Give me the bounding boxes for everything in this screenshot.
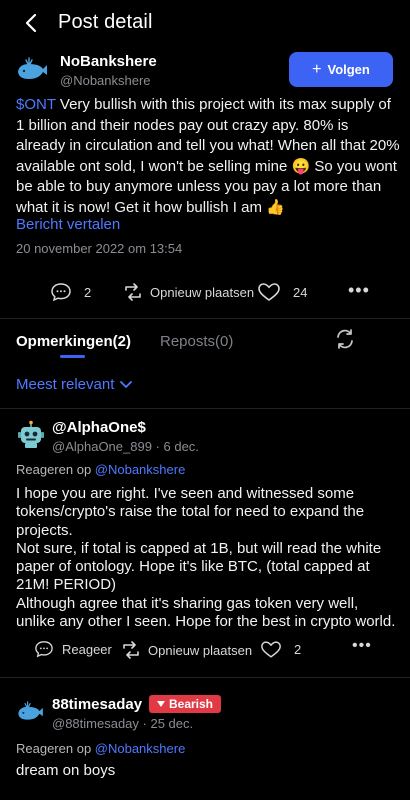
- repost-icon: [125, 283, 141, 301]
- comment-button[interactable]: 2: [50, 282, 91, 302]
- cashtag-link[interactable]: $ONT: [16, 96, 56, 113]
- post-date: 20 november 2022 om 13:54: [16, 241, 183, 256]
- back-arrow-icon[interactable]: [18, 10, 44, 36]
- commenter-avatar[interactable]: [16, 420, 46, 450]
- sort-dropdown[interactable]: Meest relevant: [16, 376, 133, 393]
- caret-down-icon: [156, 701, 165, 707]
- comment-meta: @88timesaday · 25 dec.: [52, 716, 193, 731]
- divider: [0, 677, 410, 678]
- more-options-icon[interactable]: •••: [352, 637, 372, 655]
- post-author-handle: @Nobankshere: [60, 73, 151, 88]
- reply-to-prefix: Reageren op: [16, 741, 95, 756]
- commenter-name[interactable]: 88timesaday: [52, 696, 142, 713]
- repost-button[interactable]: Opnieuw plaatsen: [122, 282, 254, 302]
- comment-paragraph: Although agree that it's sharing gas tok…: [16, 594, 396, 631]
- comment-bubble-icon: [51, 283, 71, 302]
- comment-like-button[interactable]: 2: [260, 640, 301, 659]
- plus-icon: +: [312, 60, 322, 78]
- post-actions: 2 Opnieuw plaatsen 24 •••: [0, 277, 410, 307]
- tab-comments[interactable]: Opmerkingen(2): [16, 333, 131, 350]
- commenter-handle: @88timesaday: [52, 716, 139, 731]
- robot-avatar-icon: [18, 420, 44, 448]
- commenter-handle: @AlphaOne_899: [52, 439, 152, 454]
- reply-to-line: Reageren op @Nobankshere: [16, 462, 185, 477]
- repost-label: Opnieuw plaatsen: [148, 642, 253, 658]
- like-count: 24: [293, 284, 308, 300]
- whale-avatar-icon: [18, 701, 43, 720]
- commenter-name[interactable]: @AlphaOne$: [52, 419, 146, 436]
- translate-link[interactable]: Bericht vertalen: [16, 216, 120, 233]
- follow-button[interactable]: + Volgen: [289, 52, 393, 87]
- comment-count: 2: [84, 284, 92, 300]
- comment-time: · 25 dec.: [142, 716, 194, 731]
- comment-paragraph: Not sure, if total is capped at 1B, but …: [16, 539, 382, 594]
- comment-meta: @AlphaOne_899 · 6 dec.: [52, 439, 199, 454]
- comment-body: I hope you are right. I've seen and witn…: [16, 485, 400, 631]
- page-title: Post detail: [58, 11, 153, 33]
- reply-to-prefix: Reageren op: [16, 462, 95, 477]
- badge-label: Bearish: [168, 697, 214, 711]
- chevron-down-icon: [120, 380, 133, 388]
- more-options-icon[interactable]: •••: [348, 280, 370, 301]
- whale-avatar-icon: [18, 57, 47, 79]
- refresh-icon[interactable]: [334, 328, 356, 350]
- divider: [0, 408, 410, 409]
- comment-bubble-icon: [35, 641, 53, 658]
- heart-icon: [258, 283, 280, 301]
- active-tab-indicator: [60, 355, 85, 358]
- reply-label: Reageer: [62, 641, 112, 657]
- repost-icon: [123, 641, 139, 659]
- comment-time: · 6 dec.: [155, 439, 199, 454]
- sort-label: Meest relevant: [16, 376, 115, 393]
- heart-icon: [261, 641, 281, 658]
- divider: [0, 318, 410, 319]
- follow-label: Volgen: [327, 62, 370, 77]
- reply-to-line: Reageren op @Nobankshere: [16, 741, 185, 756]
- commenter-avatar[interactable]: [16, 701, 46, 723]
- like-button[interactable]: 24: [257, 282, 307, 302]
- tab-reposts[interactable]: Reposts(0): [160, 333, 233, 350]
- repost-label: Opnieuw plaatsen: [150, 284, 255, 300]
- bearish-badge: Bearish: [149, 695, 221, 713]
- reply-button[interactable]: Reageer: [34, 640, 112, 658]
- post-author-name[interactable]: NoBankshere: [60, 53, 157, 70]
- post-text: Very bullish with this project with its …: [16, 96, 400, 216]
- author-avatar[interactable]: [16, 57, 50, 83]
- mention-link[interactable]: @Nobankshere: [95, 741, 186, 756]
- comment-body: dream on boys: [16, 762, 400, 780]
- post-body: $ONT Very bullish with this project with…: [16, 95, 400, 218]
- comment-paragraph: I hope you are right. I've seen and witn…: [16, 485, 365, 539]
- mention-link[interactable]: @Nobankshere: [95, 462, 186, 477]
- comment-like-count: 2: [294, 642, 302, 657]
- comment-repost-button[interactable]: Opnieuw plaatsen: [120, 640, 252, 660]
- top-bar: Post detail: [0, 0, 410, 48]
- comment-actions: Reageer Opnieuw plaatsen 2 •••: [0, 637, 410, 663]
- comment-paragraph: dream on boys: [16, 762, 116, 779]
